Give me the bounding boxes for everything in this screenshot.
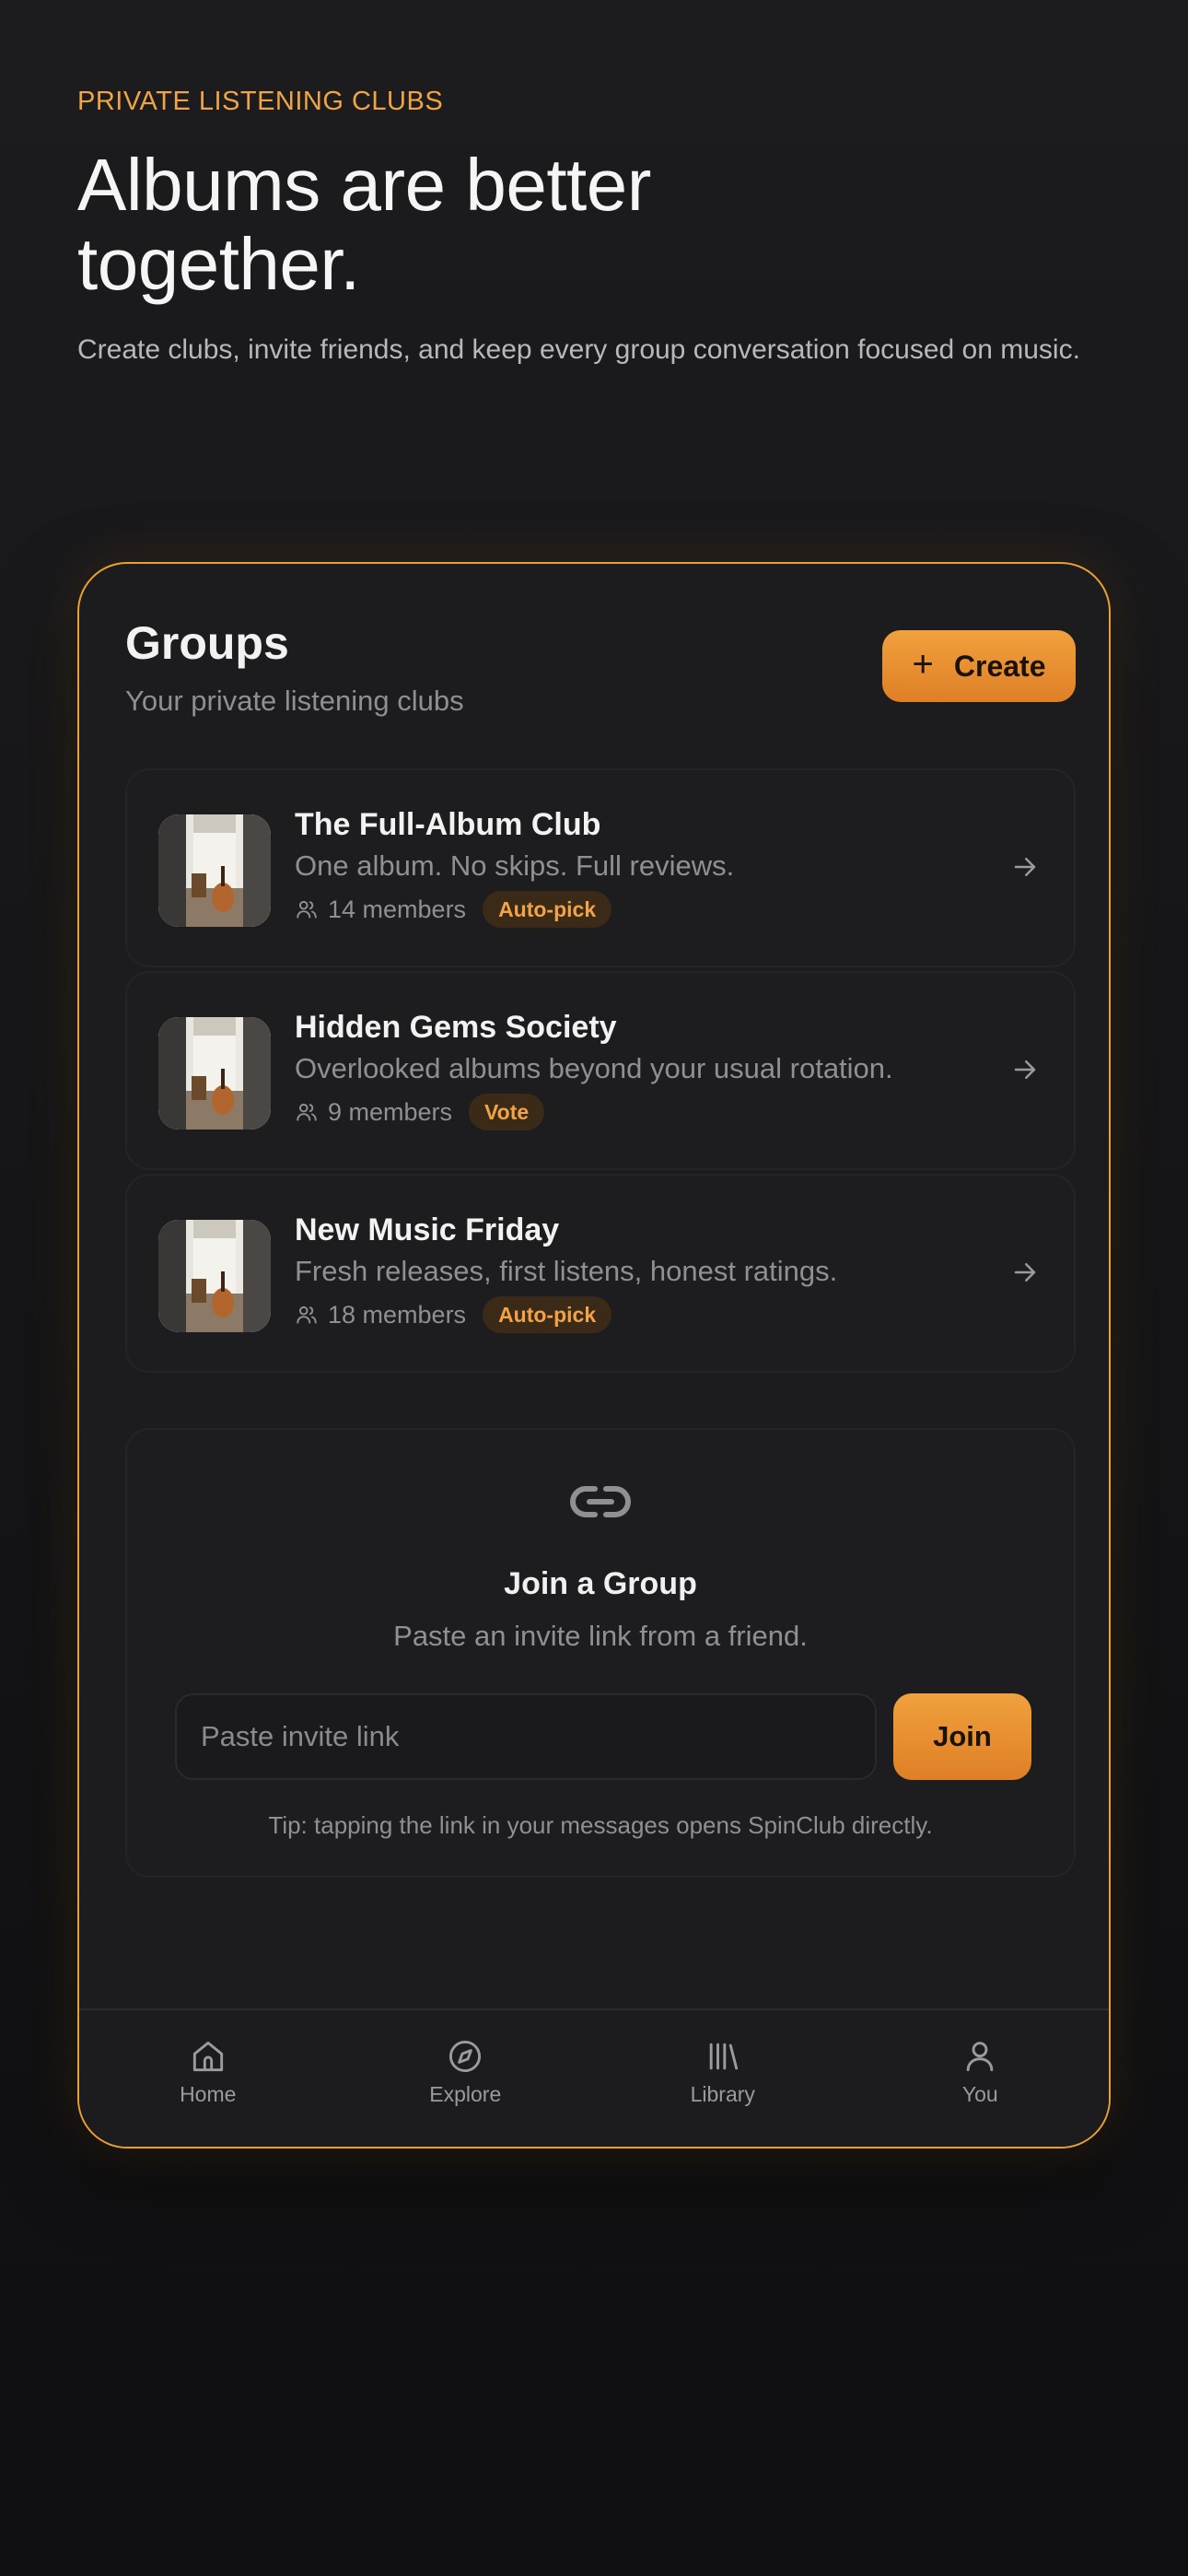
nav-item-home[interactable]: Home	[79, 2010, 337, 2147]
hero-title: Albums are better together.	[77, 144, 651, 305]
app-screen: Groups Your private listening clubs + Cr…	[77, 562, 1111, 2149]
group-meta: 18 members Auto-pick	[295, 1295, 973, 1334]
join-button[interactable]: Join	[893, 1693, 1031, 1780]
home-icon	[192, 2041, 223, 2072]
arrow-right-icon	[1014, 1263, 1036, 1282]
group-name: The Full-Album Club	[295, 807, 601, 842]
create-button-label: Create	[953, 649, 1046, 683]
user-icon	[966, 2042, 994, 2072]
library-icon	[709, 2043, 738, 2070]
group-description: Fresh releases, first listens, honest ra…	[295, 1255, 838, 1287]
nav-item-explore[interactable]: Explore	[337, 2010, 595, 2147]
nav-label: Home	[180, 2082, 237, 2106]
join-title: Join a Group	[504, 1566, 697, 1601]
member-count: 14 members	[328, 895, 467, 923]
invite-link-input[interactable]	[175, 1693, 877, 1780]
members-icon	[297, 900, 317, 919]
pick-mode-badge: Auto-pick	[483, 1296, 612, 1333]
join-group-section: Join a Group Paste an invite link from a…	[125, 1428, 1076, 1878]
nav-label: Library	[690, 2082, 755, 2106]
album-cover-image	[158, 814, 271, 927]
group-description: Overlooked albums beyond your usual rota…	[295, 1052, 893, 1084]
groups-header: Groups Your private listening clubs + Cr…	[125, 615, 1076, 735]
hero-section: PRIVATE LISTENING CLUBS Albums are bette…	[77, 85, 1127, 369]
member-count: 18 members	[328, 1300, 467, 1329]
group-card[interactable]: The Full-Album Club One album. No skips.…	[125, 768, 1076, 967]
nav-label: Explore	[429, 2082, 502, 2106]
nav-label: You	[961, 2082, 998, 2106]
compass-icon	[449, 2040, 482, 2073]
pick-mode-badge: Auto-pick	[483, 891, 612, 928]
group-meta: 14 members Auto-pick	[295, 890, 973, 929]
group-card[interactable]: Hidden Gems Society Overlooked albums be…	[125, 971, 1076, 1170]
join-subtitle: Paste an invite link from a friend.	[393, 1620, 808, 1652]
group-meta: 9 members Vote	[295, 1093, 973, 1131]
plus-icon: +	[912, 644, 934, 685]
hero-eyebrow: PRIVATE LISTENING CLUBS	[77, 87, 444, 116]
group-name: Hidden Gems Society	[295, 1010, 617, 1045]
group-name: New Music Friday	[295, 1212, 560, 1247]
arrow-right-icon	[1014, 858, 1036, 876]
hero-subtitle: Create clubs, invite friends, and keep e…	[77, 334, 1080, 365]
album-cover-image	[158, 1220, 271, 1332]
group-card[interactable]: New Music Friday Fresh releases, first l…	[125, 1174, 1076, 1373]
members-icon	[297, 1103, 317, 1121]
nav-item-library[interactable]: Library	[594, 2010, 852, 2147]
member-count: 9 members	[328, 1097, 453, 1126]
group-info: Hidden Gems Society Overlooked albums be…	[295, 1008, 973, 1131]
group-info: The Full-Album Club One album. No skips.…	[295, 805, 973, 929]
link-icon	[570, 1486, 631, 1517]
album-cover-image	[158, 1017, 271, 1130]
create-group-button[interactable]: + Create	[882, 630, 1076, 702]
members-icon	[297, 1306, 317, 1324]
bottom-nav: Home Explore Library You	[79, 2008, 1109, 2147]
nav-item-you[interactable]: You	[852, 2010, 1110, 2147]
pick-mode-badge: Vote	[469, 1094, 545, 1130]
arrow-right-icon	[1014, 1060, 1036, 1079]
group-info: New Music Friday Fresh releases, first l…	[295, 1211, 973, 1334]
group-description: One album. No skips. Full reviews.	[295, 849, 735, 882]
join-tip: Tip: tapping the link in your messages o…	[268, 1811, 933, 1839]
group-list: The Full-Album Club One album. No skips.…	[125, 768, 1076, 1376]
